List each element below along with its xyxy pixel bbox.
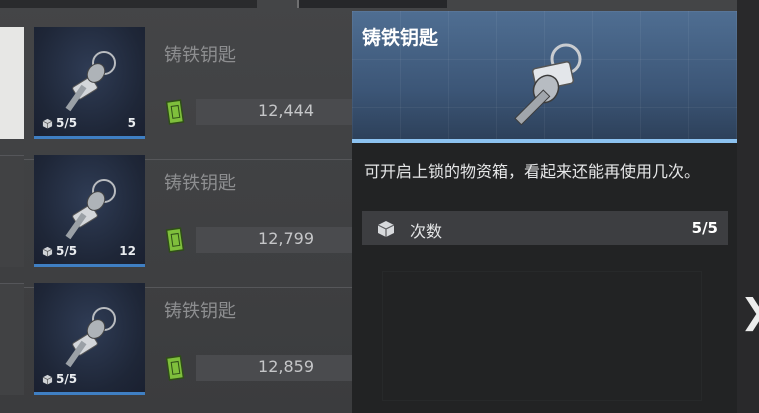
- tooltip-header: 铸铁钥匙: [352, 11, 737, 143]
- tooltip-description: 可开启上锁的物资箱，看起来还能再使用几次。: [364, 162, 701, 181]
- iron-key-icon: [65, 307, 116, 368]
- item-tile[interactable]: 5/5 5: [34, 27, 145, 139]
- uses-stat-row: 次数 5/5: [362, 211, 728, 245]
- iron-key-icon: [514, 43, 582, 126]
- durability-label: 5/5: [42, 244, 77, 258]
- item-name: 铸铁钥匙: [164, 173, 236, 194]
- durability-value: 5/5: [56, 372, 78, 386]
- cash-icon: [165, 99, 185, 125]
- cube-icon: [377, 221, 395, 237]
- selected-row-marker: [0, 27, 24, 139]
- listing-row[interactable]: 5/5 5 铸铁钥匙 12,444: [24, 27, 376, 160]
- stack-count: 12: [119, 244, 136, 258]
- price-value: 12,799: [258, 229, 314, 248]
- durability-label: 5/5: [42, 372, 77, 386]
- price-area: 12,799: [164, 225, 376, 255]
- price-area: 12,859: [164, 353, 376, 383]
- price-area: 12,444: [164, 97, 376, 127]
- market-screen: 5/5 5 铸铁钥匙 12,444 5/5 12 铸铁钥匙 12,799 5/5…: [0, 0, 759, 413]
- iron-key-icon: [65, 51, 116, 112]
- background-ghost: [382, 271, 702, 401]
- item-tooltip: 铸铁钥匙 可开启上锁的物资箱，看起来还能再使用几次。 次数 5/5: [352, 11, 737, 413]
- durability-label: 5/5: [42, 116, 77, 130]
- box-icon: [42, 118, 53, 129]
- listing-row[interactable]: 5/5 铸铁钥匙 12,859: [24, 283, 376, 407]
- top-bar-right: [297, 0, 447, 8]
- box-icon: [42, 374, 53, 385]
- top-bar-left: [0, 0, 257, 8]
- box-icon: [42, 246, 53, 257]
- price-value: 12,859: [258, 357, 314, 376]
- cash-icon: [165, 355, 185, 381]
- chevron-right-icon[interactable]: ❯: [740, 292, 759, 332]
- row-marker: [0, 283, 24, 395]
- cash-icon: [165, 227, 185, 253]
- durability-value: 5/5: [56, 244, 78, 258]
- iron-key-icon: [65, 179, 116, 240]
- uses-label: 次数: [410, 222, 443, 241]
- item-tile[interactable]: 5/5 12: [34, 155, 145, 267]
- stack-count: 5: [127, 116, 136, 130]
- header-glow: [352, 139, 737, 143]
- listing-row[interactable]: 5/5 12 铸铁钥匙 12,799: [24, 155, 376, 288]
- right-edge-panel: [737, 0, 759, 413]
- item-name: 铸铁钥匙: [164, 301, 236, 322]
- price-value: 12,444: [258, 101, 314, 120]
- tooltip-title: 铸铁钥匙: [362, 27, 439, 49]
- item-tile[interactable]: 5/5: [34, 283, 145, 395]
- item-name: 铸铁钥匙: [164, 45, 236, 66]
- durability-value: 5/5: [56, 116, 78, 130]
- row-marker: [0, 155, 24, 267]
- uses-value: 5/5: [691, 219, 718, 237]
